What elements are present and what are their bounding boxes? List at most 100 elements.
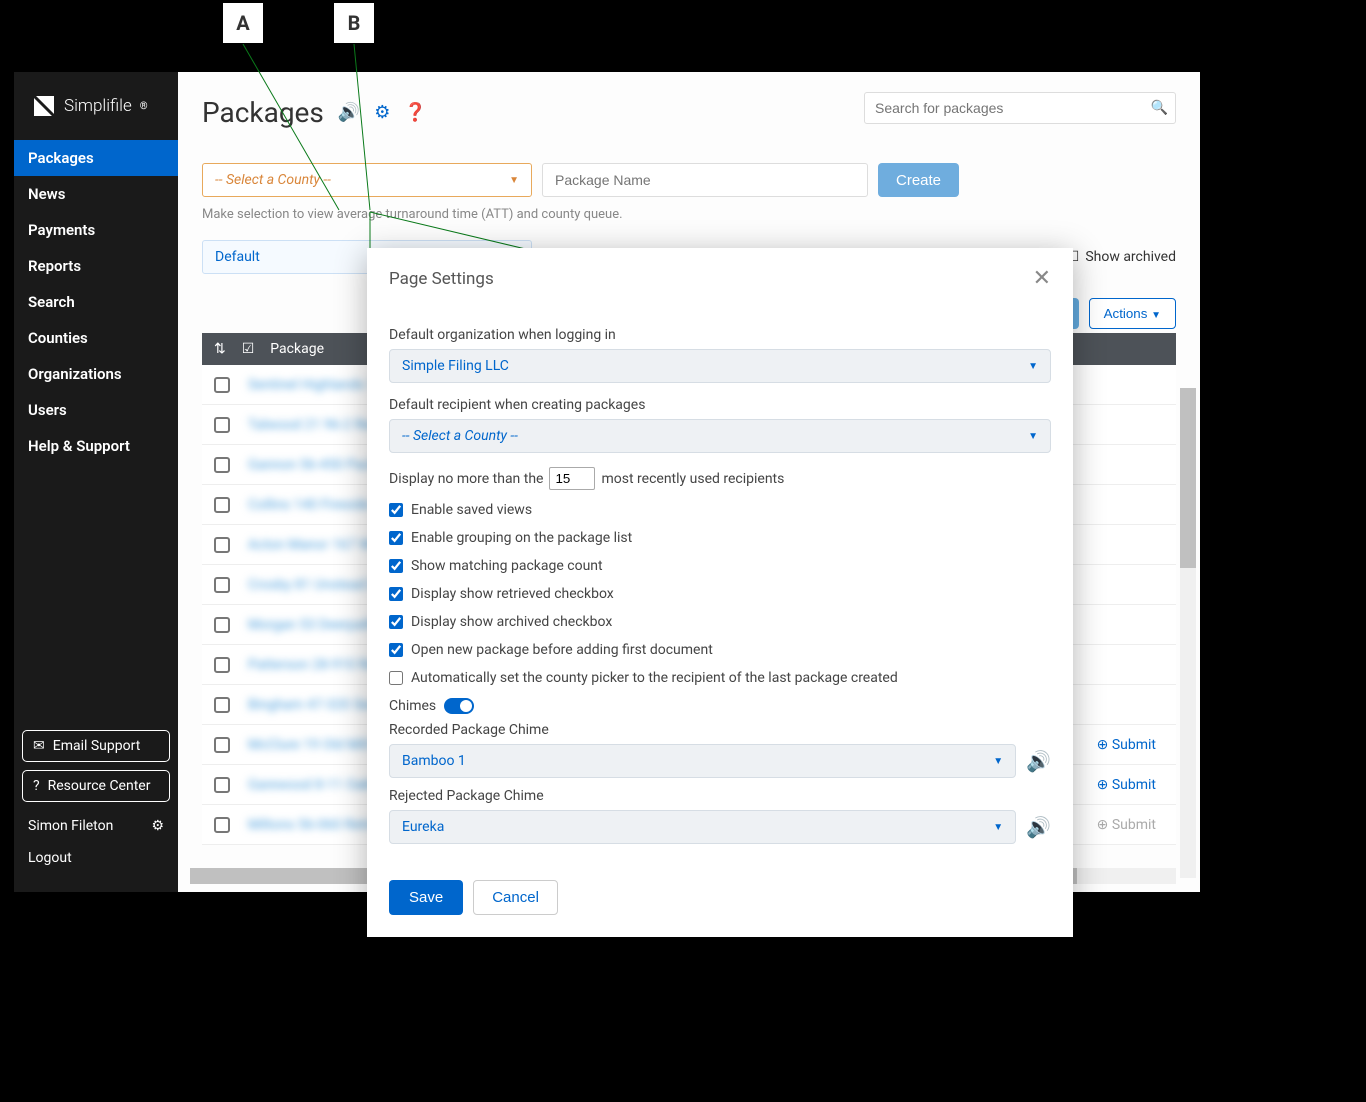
user-name: Simon Fileton (28, 818, 113, 834)
setting-checkbox-row: Open new package before adding first doc… (389, 642, 1051, 658)
rejected-chime-select[interactable]: Eureka ▼ (389, 810, 1016, 844)
submit-link[interactable]: ⊕ Submit (1097, 737, 1156, 753)
row-checkbox[interactable] (214, 777, 230, 793)
row-checkbox[interactable] (214, 377, 230, 393)
actions-button[interactable]: Actions ▼ (1089, 298, 1176, 329)
volume-icon[interactable]: 🔊 (338, 102, 360, 123)
close-icon[interactable]: ✕ (1033, 266, 1051, 291)
create-button[interactable]: Create (878, 163, 959, 197)
caret-down-icon: ▼ (509, 175, 519, 186)
modal-footer: Save Cancel (367, 866, 1073, 937)
setting-checkbox[interactable] (389, 587, 403, 601)
nav: Packages News Payments Reports Search Co… (14, 140, 178, 720)
caret-down-icon: ▼ (993, 822, 1003, 833)
scrollbar-vertical[interactable] (1180, 388, 1196, 878)
gear-icon[interactable]: ⚙ (151, 818, 164, 834)
row-checkbox[interactable] (214, 577, 230, 593)
row-checkbox[interactable] (214, 657, 230, 673)
setting-checkbox-row: Enable grouping on the package list (389, 530, 1051, 546)
gear-icon[interactable]: ⚙ (374, 102, 390, 123)
setting-checkbox[interactable] (389, 615, 403, 629)
email-support-button[interactable]: ✉ Email Support (22, 730, 170, 762)
recorded-chime-label: Recorded Package Chime (389, 722, 1051, 738)
default-recipient-label: Default recipient when creating packages (389, 397, 1051, 413)
resource-center-button[interactable]: ? Resource Center (22, 770, 170, 802)
row-checkbox[interactable] (214, 417, 230, 433)
submit-link[interactable]: ⊕ Submit (1097, 777, 1156, 793)
row-checkbox[interactable] (214, 617, 230, 633)
recent-recipients-row: Display no more than the most recently u… (389, 467, 1051, 490)
play-recorded-chime-icon[interactable]: 🔊 (1026, 749, 1051, 773)
setting-checkbox[interactable] (389, 503, 403, 517)
sidebar-bottom: ✉ Email Support ? Resource Center Simon … (14, 720, 178, 892)
chimes-toggle[interactable] (444, 698, 474, 714)
row-checkbox[interactable] (214, 537, 230, 553)
mail-icon: ✉ (33, 738, 45, 754)
logout-link[interactable]: Logout (22, 842, 170, 874)
setting-checkbox[interactable] (389, 559, 403, 573)
recent-count-input[interactable] (549, 467, 595, 490)
col-package[interactable]: Package (270, 341, 324, 357)
setting-label: Automatically set the county picker to t… (411, 670, 898, 686)
nav-organizations[interactable]: Organizations (14, 356, 178, 392)
package-name-input[interactable] (542, 163, 868, 197)
setting-checkbox-row: Automatically set the county picker to t… (389, 670, 1051, 686)
cancel-button[interactable]: Cancel (473, 880, 558, 915)
chimes-row: Chimes (389, 698, 1051, 714)
nav-news[interactable]: News (14, 176, 178, 212)
show-archived-toggle[interactable]: ☐ Show archived (1067, 249, 1176, 265)
caret-down-icon: ▼ (993, 756, 1003, 767)
save-button[interactable]: Save (389, 880, 463, 915)
nav-packages[interactable]: Packages (14, 140, 178, 176)
nav-payments[interactable]: Payments (14, 212, 178, 248)
help-circle-icon: ? (33, 778, 40, 794)
caret-down-icon: ▼ (1028, 431, 1038, 442)
submit-link: ⊕ Submit (1097, 817, 1156, 833)
recorded-chime-select[interactable]: Bamboo 1 ▼ (389, 744, 1016, 778)
setting-label: Enable saved views (411, 502, 532, 518)
row-checkbox[interactable] (214, 817, 230, 833)
row-checkbox[interactable] (214, 737, 230, 753)
caret-down-icon: ▼ (1028, 361, 1038, 372)
default-org-select[interactable]: Simple Filing LLC ▼ (389, 349, 1051, 383)
rejected-chime-row: Eureka ▼ 🔊 (389, 810, 1051, 844)
setting-checkbox-row: Show matching package count (389, 558, 1051, 574)
user-row[interactable]: Simon Fileton ⚙ (22, 810, 170, 842)
nav-reports[interactable]: Reports (14, 248, 178, 284)
callout-b: B (333, 2, 375, 44)
creator-row: -- Select a County -- ▼ Create (202, 163, 1176, 197)
page-title: Packages (202, 96, 324, 129)
search-input[interactable] (864, 92, 1176, 124)
help-icon[interactable]: ❓ (404, 102, 426, 123)
nav-search[interactable]: Search (14, 284, 178, 320)
logo-icon (32, 94, 56, 118)
setting-checkbox[interactable] (389, 643, 403, 657)
sort-icon[interactable]: ⇅ (214, 341, 226, 357)
check-all-icon[interactable]: ☑ (242, 341, 255, 357)
setting-label: Open new package before adding first doc… (411, 642, 713, 658)
row-checkbox[interactable] (214, 497, 230, 513)
nav-users[interactable]: Users (14, 392, 178, 428)
rejected-chime-label: Rejected Package Chime (389, 788, 1051, 804)
setting-label: Enable grouping on the package list (411, 530, 632, 546)
county-select[interactable]: -- Select a County -- ▼ (202, 163, 532, 197)
setting-checkbox[interactable] (389, 671, 403, 685)
nav-help[interactable]: Help & Support (14, 428, 178, 464)
setting-label: Display show retrieved checkbox (411, 586, 614, 602)
default-org-label: Default organization when logging in (389, 327, 1051, 343)
setting-checkbox-row: Display show retrieved checkbox (389, 586, 1051, 602)
recorded-chime-row: Bamboo 1 ▼ 🔊 (389, 744, 1051, 778)
default-recipient-select[interactable]: -- Select a County -- ▼ (389, 419, 1051, 453)
row-checkbox[interactable] (214, 697, 230, 713)
setting-checkbox-row: Display show archived checkbox (389, 614, 1051, 630)
nav-counties[interactable]: Counties (14, 320, 178, 356)
row-checkbox[interactable] (214, 457, 230, 473)
setting-checkbox-row: Enable saved views (389, 502, 1051, 518)
page-settings-modal: Page Settings ✕ Default organization whe… (367, 248, 1073, 937)
play-rejected-chime-icon[interactable]: 🔊 (1026, 815, 1051, 839)
setting-label: Show matching package count (411, 558, 603, 574)
logo-text: Simplifile (64, 96, 132, 116)
setting-checkbox[interactable] (389, 531, 403, 545)
logo: Simplifile® (14, 72, 178, 140)
modal-title: Page Settings (389, 269, 494, 289)
